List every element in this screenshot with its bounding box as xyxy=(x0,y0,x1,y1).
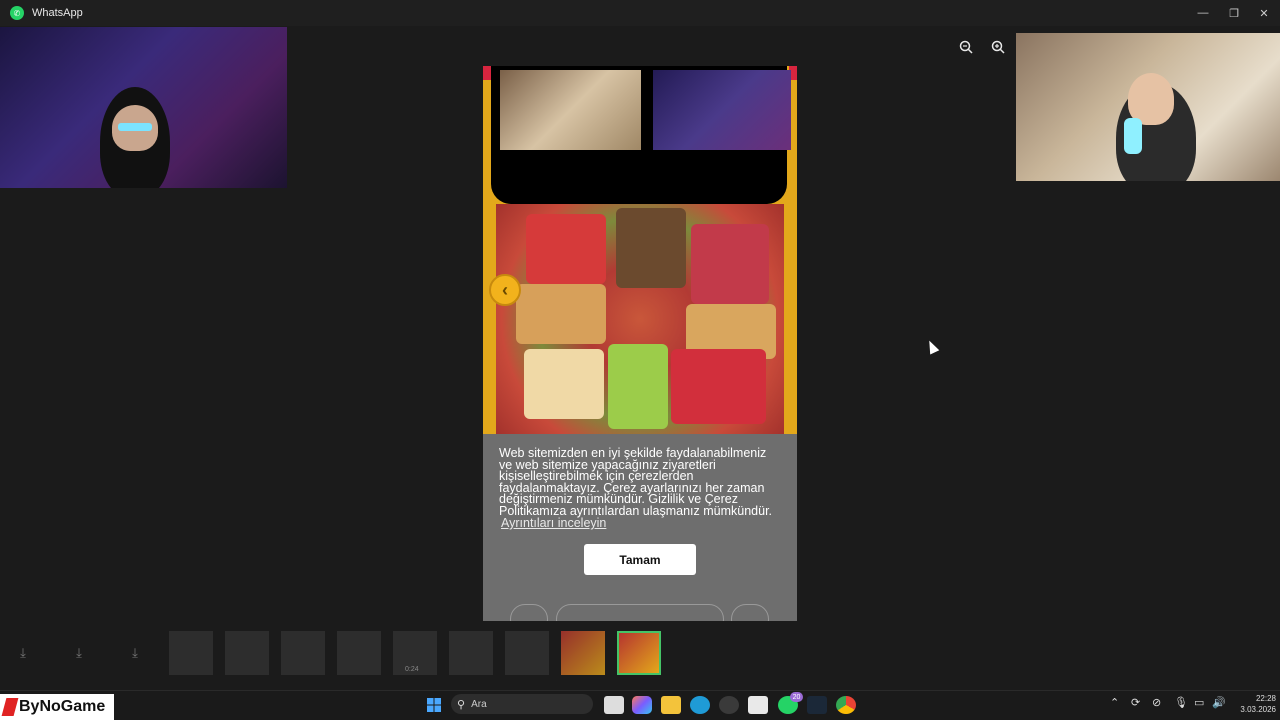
download-icon[interactable]: ⤓ xyxy=(1,631,45,675)
pistachio-slice xyxy=(608,344,668,429)
clock-date: 3.03.2026 xyxy=(1240,705,1276,714)
browser-address-bar[interactable] xyxy=(556,604,724,621)
tart-image xyxy=(496,204,784,434)
restore-button[interactable]: ❐ xyxy=(1218,0,1250,26)
orange-slice xyxy=(524,349,604,419)
search-icon: ⚲ xyxy=(457,698,466,711)
media-thumbnail-selected[interactable] xyxy=(617,631,661,675)
video-duration: 0:24 xyxy=(405,666,419,673)
strawberry-slice xyxy=(526,214,606,284)
webcam-overlay-left xyxy=(0,27,287,188)
close-button[interactable]: ✕ xyxy=(1248,0,1280,26)
whatsapp-icon: ✆ xyxy=(10,6,24,20)
brand-text: ByNoGame xyxy=(19,698,106,715)
video-call-thumbnail xyxy=(653,70,791,150)
browser-menu-button[interactable] xyxy=(731,604,769,621)
edge-icon[interactable] xyxy=(690,696,710,714)
search-placeholder: Ara xyxy=(471,698,487,710)
chevron-up-icon[interactable]: ⌃ xyxy=(1110,696,1119,709)
glasses-glare xyxy=(118,123,152,131)
video-call-thumbnail xyxy=(500,70,641,150)
webcam-overlay-right xyxy=(1016,33,1280,181)
task-view-icon[interactable] xyxy=(604,696,624,714)
download-icon[interactable]: ⤓ xyxy=(57,631,101,675)
minimize-button[interactable]: — xyxy=(1187,0,1219,26)
download-icon[interactable]: ⤓ xyxy=(113,631,157,675)
cookie-details-link[interactable]: Ayrıntıları inceleyin xyxy=(501,516,606,530)
store-icon[interactable] xyxy=(748,696,768,714)
github-icon[interactable] xyxy=(719,696,739,714)
strawberry-slice xyxy=(671,349,766,424)
bynogame-mark xyxy=(1,698,19,716)
whatsapp-badge: 20 xyxy=(790,692,803,702)
taskbar-search[interactable]: ⚲ Ara xyxy=(451,694,593,714)
bynogame-logo: ByNoGame xyxy=(0,694,114,720)
file-explorer-icon[interactable] xyxy=(661,696,681,714)
video-thumbnail[interactable]: 0:24 xyxy=(393,631,437,675)
media-preview: Web sitemizden en iyi şekilde faydalanab… xyxy=(483,66,797,621)
previous-media-button[interactable]: ‹ xyxy=(489,274,521,306)
steam-icon[interactable] xyxy=(807,696,827,714)
zoom-in-icon[interactable] xyxy=(988,37,1008,57)
microphone xyxy=(1124,118,1142,154)
biscuit-slice xyxy=(516,284,606,344)
cookie-slice xyxy=(616,208,686,288)
cookie-text: Web sitemizden en iyi şekilde faydalanab… xyxy=(499,446,773,518)
cookie-ok-button[interactable]: Tamam xyxy=(584,544,696,575)
media-thumbnail[interactable] xyxy=(505,631,549,675)
chrome-icon[interactable] xyxy=(836,696,856,714)
windows-start-icon[interactable] xyxy=(424,696,444,714)
window-title: WhatsApp xyxy=(32,7,83,19)
cookie-banner: Web sitemizden en iyi şekilde faydalanab… xyxy=(483,434,797,621)
media-thumbnail[interactable] xyxy=(225,631,269,675)
media-thumbnail[interactable] xyxy=(337,631,381,675)
copilot-icon[interactable] xyxy=(632,696,652,714)
window-titlebar: ✆ WhatsApp xyxy=(0,0,1280,26)
system-clock[interactable]: 22:28 3.03.2026 xyxy=(1232,693,1276,715)
clock-time: 22:28 xyxy=(1255,694,1276,703)
microphone-icon[interactable]: 🎙 xyxy=(1174,696,1188,709)
display-icon[interactable]: ▭ xyxy=(1194,696,1204,709)
zoom-out-icon[interactable] xyxy=(956,37,976,57)
media-thumbnail[interactable] xyxy=(449,631,493,675)
speaker-icon[interactable]: 🔊 xyxy=(1212,696,1226,709)
media-thumbnail[interactable] xyxy=(169,631,213,675)
phone-video-call-area xyxy=(491,66,791,204)
notification-off-icon[interactable]: ⊘ xyxy=(1152,696,1161,709)
decor-corner xyxy=(483,66,491,80)
berry-slice xyxy=(691,224,769,304)
media-thumbnail-strip: ⤓ ⤓ ⤓ 0:24 xyxy=(0,626,1280,688)
media-thumbnail[interactable] xyxy=(561,631,605,675)
sync-icon[interactable]: ⟳ xyxy=(1131,696,1140,709)
browser-back-button[interactable] xyxy=(510,604,548,621)
media-thumbnail[interactable] xyxy=(281,631,325,675)
